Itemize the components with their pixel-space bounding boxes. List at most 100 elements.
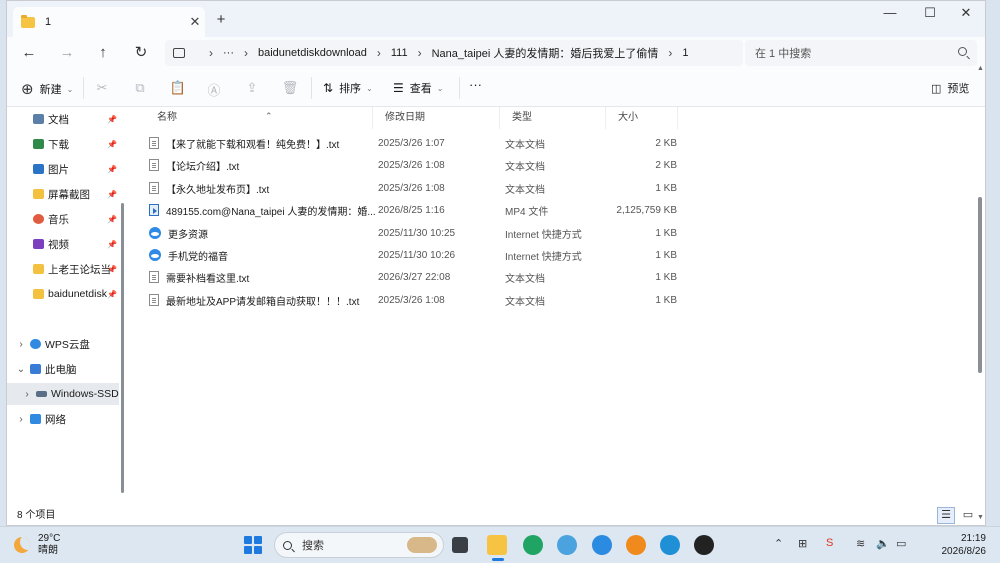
pin-icon: 📌 xyxy=(107,139,117,149)
scroll-up-icon[interactable]: ▲ xyxy=(977,65,984,72)
address-bar[interactable]: › ··· › baidunetdiskdownload › 111 › Nan… xyxy=(165,40,743,66)
wifi-icon[interactable]: ≋ xyxy=(856,537,865,550)
system-clock[interactable]: 21:19 2026/8/26 xyxy=(942,532,987,558)
sidebar-item-music[interactable]: 音乐 📌 xyxy=(7,208,119,230)
file-type: MP4 文件 xyxy=(505,206,549,218)
share-icon[interactable]: ⇪ xyxy=(243,80,261,96)
chevron-right-icon[interactable]: › xyxy=(15,339,27,350)
task-view-icon[interactable] xyxy=(452,537,468,553)
sidebar-item-documents[interactable]: 文档 📌 xyxy=(7,108,119,130)
breadcrumb-item[interactable]: 111 xyxy=(391,47,408,59)
sidebar-item-label: 此电脑 xyxy=(45,363,77,376)
command-bar: ⊕ 新建 ⌄ ✂ ⧉ 📋 Ⓐ ⇪ 🗑 ⇅ 排序 ⌄ ☰ 查看 ⌄ ··· ◫ 预… xyxy=(7,69,985,107)
sidebar-item-pictures[interactable]: 图片 📌 xyxy=(7,158,119,180)
file-size: 2,125,759 KB xyxy=(616,204,677,216)
tab-folder-1[interactable]: 1 ✕ xyxy=(13,7,205,37)
battery-icon[interactable]: ▭ xyxy=(896,537,906,550)
breadcrumb-item[interactable]: Nana_taipei 人妻的发情期：婚后我爱上了偷情 xyxy=(432,45,659,61)
sidebar-item-folder[interactable]: 上老王论坛当 📌 xyxy=(7,258,119,280)
file-row[interactable]: 【永久地址发布页】.txt 2025/3/26 1:08 文本文档 1 KB xyxy=(145,177,685,199)
up-button[interactable]: ↑ xyxy=(91,43,115,63)
file-row[interactable]: 【论坛介绍】.txt 2025/3/26 1:08 文本文档 2 KB xyxy=(145,154,685,176)
start-button[interactable] xyxy=(244,536,262,554)
sidebar-scrollbar[interactable] xyxy=(121,203,124,493)
file-date: 2026/3/27 22:08 xyxy=(378,271,451,283)
tiles-view-icon[interactable]: ▭ xyxy=(959,507,977,524)
file-type: 文本文档 xyxy=(505,139,545,151)
sidebar-item-label: 音乐 xyxy=(48,213,69,226)
delete-icon[interactable]: 🗑 xyxy=(281,80,299,96)
monitor-icon xyxy=(173,48,185,58)
file-explorer-icon[interactable] xyxy=(487,535,507,561)
copy-icon[interactable]: ⧉ xyxy=(131,80,149,96)
chevron-down-icon[interactable]: ⌄ xyxy=(15,364,27,375)
sidebar-item-baidunetdisk[interactable]: baidunetdisk 📌 xyxy=(7,283,119,305)
sidebar-item-wps-cloud[interactable]: › WPS云盘 xyxy=(7,333,119,355)
file-row[interactable]: 更多资源 2025/11/30 10:25 Internet 快捷方式 1 KB xyxy=(145,222,685,244)
breadcrumb-item[interactable]: 1 xyxy=(682,47,688,59)
file-type: Internet 快捷方式 xyxy=(505,251,582,263)
search-placeholder: 在 1 中搜索 xyxy=(755,48,812,60)
column-header-name[interactable]: ⌃ 名称 xyxy=(145,107,373,129)
sidebar-item-windows-ssd[interactable]: › Windows-SSD xyxy=(7,383,119,405)
column-header-date[interactable]: 修改日期 xyxy=(373,107,500,129)
volume-icon[interactable]: 🔈 xyxy=(876,537,890,550)
breadcrumb-more[interactable]: ··· xyxy=(223,47,234,59)
wechat-icon[interactable] xyxy=(523,535,543,555)
new-tab-button[interactable]: + xyxy=(211,11,231,28)
sidebar-item-downloads[interactable]: 下载 📌 xyxy=(7,133,119,155)
browser-icon[interactable] xyxy=(592,535,612,555)
edge-icon[interactable] xyxy=(660,535,680,555)
sidebar-item-this-pc[interactable]: ⌄ 此电脑 xyxy=(7,358,119,380)
taskbar-search[interactable]: 搜索 xyxy=(274,532,444,558)
scrollbar-thumb[interactable] xyxy=(978,197,982,373)
minimize-button[interactable]: — xyxy=(875,5,905,20)
chevron-down-icon: ⌄ xyxy=(436,83,444,93)
preview-button[interactable]: ◫ 预览 xyxy=(931,80,969,96)
new-button[interactable]: ⊕ 新建 ⌄ xyxy=(21,80,73,98)
ime-icon[interactable]: ⊞ xyxy=(798,537,807,550)
column-header-type[interactable]: 类型 xyxy=(500,107,606,129)
weather-widget[interactable]: 29°C 晴朗 xyxy=(14,533,60,557)
cut-icon[interactable]: ✂ xyxy=(93,80,111,96)
file-row[interactable]: 489155.com@Nana_taipei 人妻的发情期：婚... 2026/… xyxy=(145,199,685,221)
maximize-button[interactable]: ☐ xyxy=(915,5,945,21)
breadcrumb-item[interactable]: baidunetdiskdownload xyxy=(258,47,367,59)
chevron-right-icon[interactable]: › xyxy=(21,389,33,400)
sort-button[interactable]: ⇅ 排序 ⌄ xyxy=(323,80,373,96)
file-row[interactable]: 【来了就能下载和观看！纯免费！】.txt 2025/3/26 1:07 文本文档… xyxy=(145,132,685,154)
plus-icon: ⊕ xyxy=(21,81,34,98)
search-input[interactable]: 在 1 中搜索 xyxy=(745,40,977,66)
pin-icon: 📌 xyxy=(107,189,117,199)
folder-icon xyxy=(33,289,44,299)
column-header-size[interactable]: 大小 xyxy=(606,107,678,129)
back-button[interactable]: ← xyxy=(17,43,41,63)
file-date: 2025/11/30 10:25 xyxy=(378,227,456,239)
baidu-netdisk-icon[interactable] xyxy=(557,535,577,555)
sogou-icon[interactable]: S xyxy=(826,537,833,549)
view-button[interactable]: ☰ 查看 ⌄ xyxy=(393,80,443,96)
sidebar-item-videos[interactable]: 视频 📌 xyxy=(7,233,119,255)
internet-shortcut-icon xyxy=(149,227,161,239)
refresh-button[interactable]: ↻ xyxy=(129,43,153,63)
paste-icon[interactable]: 📋 xyxy=(169,80,187,96)
rename-icon[interactable]: Ⓐ xyxy=(205,80,223,99)
file-row[interactable]: 最新地址及APP请发邮箱自动获取！！！.txt 2025/3/26 1:08 文… xyxy=(145,289,685,311)
chevron-right-icon[interactable]: › xyxy=(15,414,27,425)
file-date: 2026/8/25 1:16 xyxy=(378,204,445,216)
sidebar-item-screenshots[interactable]: 屏幕截图 📌 xyxy=(7,183,119,205)
media-player-icon[interactable] xyxy=(626,535,646,555)
file-date: 2025/3/26 1:08 xyxy=(378,159,445,171)
file-row[interactable]: 手机党的福音 2025/11/30 10:26 Internet 快捷方式 1 … xyxy=(145,244,685,266)
chevron-down-icon: ⌄ xyxy=(366,83,373,93)
file-row[interactable]: 需要补档看这里.txt 2026/3/27 22:08 文本文档 1 KB xyxy=(145,266,685,288)
forward-button[interactable]: → xyxy=(55,43,79,63)
more-options-button[interactable]: ··· xyxy=(469,77,482,92)
sidebar-item-network[interactable]: › 网络 xyxy=(7,408,119,430)
details-view-icon[interactable]: ☰ xyxy=(937,507,955,524)
close-window-button[interactable]: ✕ xyxy=(951,5,981,21)
tab-close-icon[interactable]: ✕ xyxy=(185,14,205,30)
chevron-up-icon[interactable]: ⌃ xyxy=(774,537,783,550)
qq-icon[interactable] xyxy=(694,535,714,555)
file-list-scrollbar[interactable]: ▲ ▼ xyxy=(975,65,985,521)
